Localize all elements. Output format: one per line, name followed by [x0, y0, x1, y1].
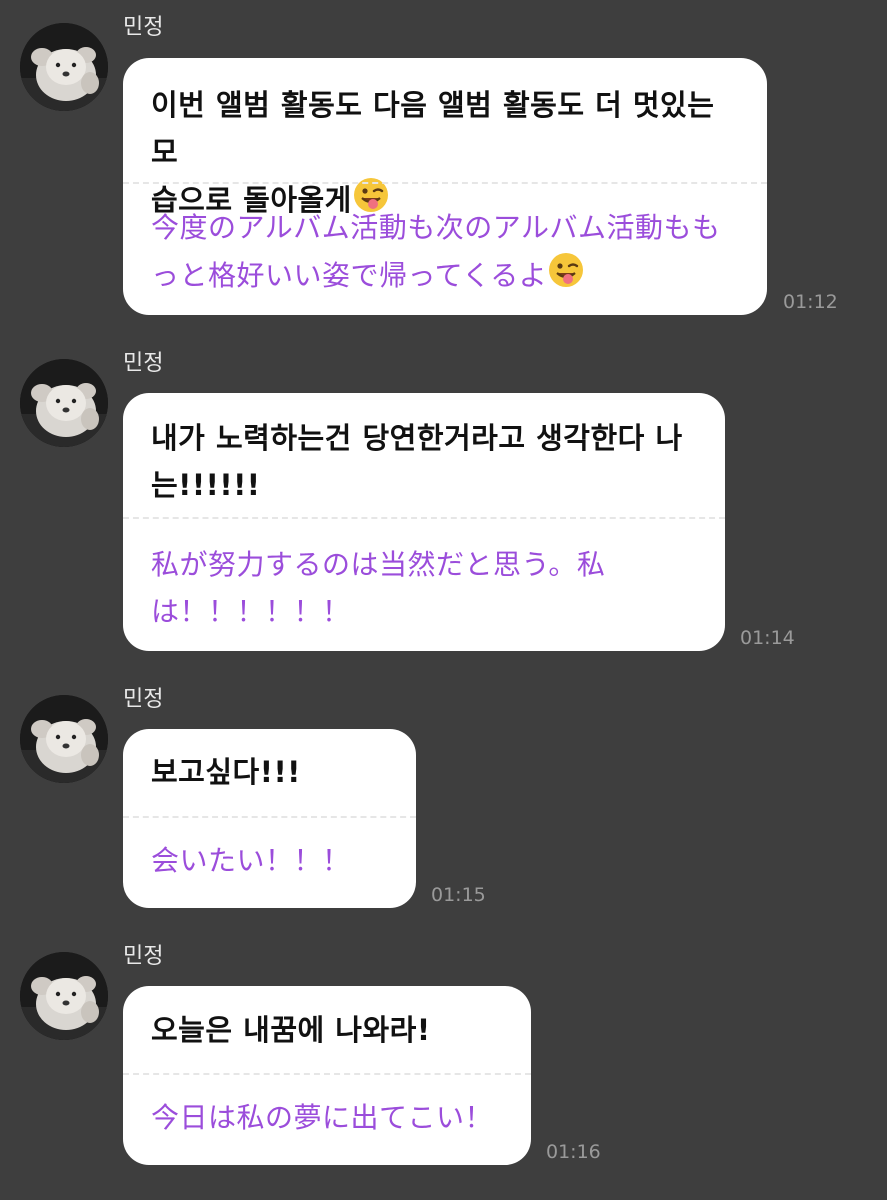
- avatar[interactable]: [20, 952, 108, 1040]
- bubble-divider: [123, 1073, 531, 1075]
- winking-tongue-face-emoji: [547, 251, 585, 303]
- chat-message: 민정 내가 노력하는건 당연한거라고 생각한다 나 는!!!!!! 私が努力する…: [0, 336, 887, 666]
- message-bubble[interactable]: 이번 앨범 활동도 다음 앨범 활동도 더 멋있는 모 습으로 돌아올게 今度の…: [123, 58, 767, 315]
- message-timestamp: 01:14: [740, 627, 795, 649]
- chat-message: 민정 보고싶다!!! 会いたい！！！ 01:15: [0, 672, 887, 932]
- japanese-translation-text: 今度のアルバム活動も次のアルバム活動もも っと格好いい姿で帰ってくるよ: [151, 204, 751, 303]
- message-bubble[interactable]: 내가 노력하는건 당연한거라고 생각한다 나 는!!!!!! 私が努力するのは当…: [123, 393, 725, 651]
- chat-message: 민정 오늘은 내꿈에 나와라! 今日は私の夢に出てこい！ 01:16: [0, 929, 887, 1189]
- korean-message-text: 내가 노력하는건 당연한거라고 생각한다 나 는!!!!!!: [151, 421, 683, 502]
- bubble-divider: [123, 517, 725, 519]
- avatar[interactable]: [20, 695, 108, 783]
- japanese-translation-text: 会いたい！！！: [151, 844, 351, 877]
- avatar[interactable]: [20, 23, 108, 111]
- japanese-translation-text: 今日は私の夢に出てこい！: [151, 1101, 494, 1134]
- message-bubble[interactable]: 보고싶다!!! 会いたい！！！: [123, 729, 416, 908]
- sender-name: 민정: [123, 351, 164, 376]
- message-timestamp: 01:12: [783, 291, 838, 313]
- message-timestamp: 01:16: [546, 1141, 601, 1163]
- avatar[interactable]: [20, 359, 108, 447]
- korean-message-text: 오늘은 내꿈에 나와라!: [151, 1013, 431, 1047]
- sender-name: 민정: [123, 15, 164, 40]
- sender-name: 민정: [123, 944, 164, 969]
- message-timestamp: 01:15: [431, 884, 486, 906]
- korean-message-text: 보고싶다!!!: [151, 755, 301, 789]
- bubble-divider: [123, 816, 416, 818]
- sender-name: 민정: [123, 687, 164, 712]
- bubble-divider: [123, 182, 767, 184]
- japanese-translation-text: 私が努力するのは当然だと思う。私 は！！！！！！: [151, 548, 606, 628]
- message-bubble[interactable]: 오늘은 내꿈에 나와라! 今日は私の夢に出てこい！: [123, 986, 531, 1165]
- chat-message: 민정 이번 앨범 활동도 다음 앨범 활동도 더 멋있는 모 습으로 돌아올게 …: [0, 0, 887, 330]
